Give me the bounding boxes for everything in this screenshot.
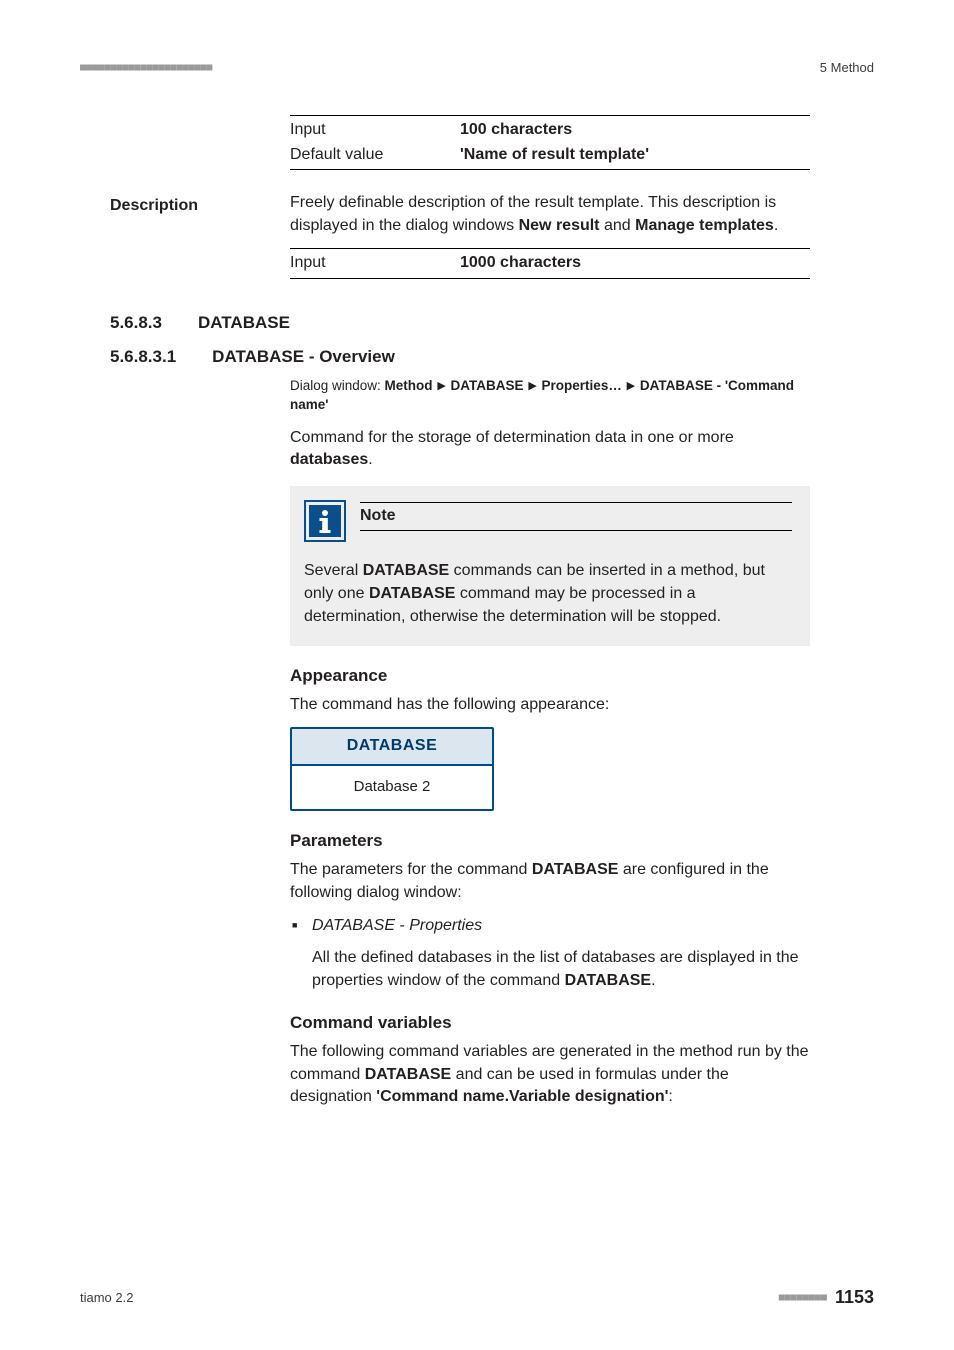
param-item-body: All the defined databases in the list of… — [290, 947, 810, 992]
note-callout: Note Several DATABASE commands can be in… — [290, 486, 810, 646]
breadcrumb-sep-icon: ▶ — [436, 380, 446, 392]
input-defaults-table: Input 100 characters Default value 'Name… — [290, 115, 810, 170]
input-value: 1000 characters — [460, 252, 810, 275]
breadcrumb-sep-icon: ▶ — [626, 380, 636, 392]
database-card-body: Database 2 — [292, 766, 492, 809]
page-number: 1153 — [835, 1287, 874, 1308]
section-number: 5.6.8.3.1 — [110, 345, 176, 369]
input-value: 100 characters — [460, 119, 810, 142]
page-header: ■■■■■■■■■■■■■■■■■■■■■■ 5 Method — [80, 60, 874, 75]
breadcrumb-sep-icon: ▶ — [527, 380, 537, 392]
appearance-heading: Appearance — [290, 664, 810, 688]
section-heading-5-6-8-3-1: 5.6.8.3.1 DATABASE - Overview — [110, 345, 810, 369]
table-row: Input 1000 characters — [290, 251, 810, 276]
header-ornament-left: ■■■■■■■■■■■■■■■■■■■■■■ — [80, 63, 212, 73]
default-value-label: Default value — [290, 144, 460, 167]
list-item: DATABASE - Properties — [290, 915, 810, 938]
table-row: Input 100 characters — [290, 118, 810, 143]
command-description-text: Command for the storage of determination… — [290, 427, 810, 472]
section-heading-5-6-8-3: 5.6.8.3 DATABASE — [110, 311, 810, 335]
section-number: 5.6.8.3 — [110, 311, 162, 335]
note-body: Several DATABASE commands can be inserte… — [304, 560, 792, 628]
info-icon — [304, 500, 346, 542]
description-text: Freely definable description of the resu… — [290, 192, 810, 237]
parameters-lead: The parameters for the command DATABASE … — [290, 859, 810, 904]
appearance-text: The command has the following appearance… — [290, 694, 810, 717]
param-item-title: DATABASE - Properties — [312, 917, 482, 934]
default-value-value: 'Name of result template' — [460, 144, 810, 167]
command-variables-heading: Command variables — [290, 1011, 810, 1035]
description-input-table: Input 1000 characters — [290, 248, 810, 279]
header-section-label: 5 Method — [820, 60, 874, 75]
dialog-window-breadcrumb: Dialog window: Method ▶ DATABASE ▶ Prope… — [290, 377, 810, 415]
table-row: Default value 'Name of result template' — [290, 143, 810, 168]
database-command-card: DATABASE Database 2 — [290, 727, 494, 811]
input-label: Input — [290, 119, 460, 142]
note-title: Note — [360, 502, 792, 531]
description-side-heading: Description — [110, 197, 198, 215]
input-label: Input — [290, 252, 460, 275]
footer-ornament: ■■■■■■■■ — [779, 1293, 827, 1303]
database-card-title: DATABASE — [292, 729, 492, 766]
command-variables-body: The following command variables are gene… — [290, 1041, 810, 1109]
parameters-list: DATABASE - Properties — [290, 915, 810, 938]
section-title: DATABASE - Overview — [212, 345, 810, 369]
section-title: DATABASE — [198, 311, 810, 335]
main-content: Input 100 characters Default value 'Name… — [290, 115, 810, 1109]
page-footer: tiamo 2.2 ■■■■■■■■ 1153 — [80, 1287, 874, 1308]
parameters-heading: Parameters — [290, 829, 810, 853]
footer-product-label: tiamo 2.2 — [80, 1290, 133, 1305]
